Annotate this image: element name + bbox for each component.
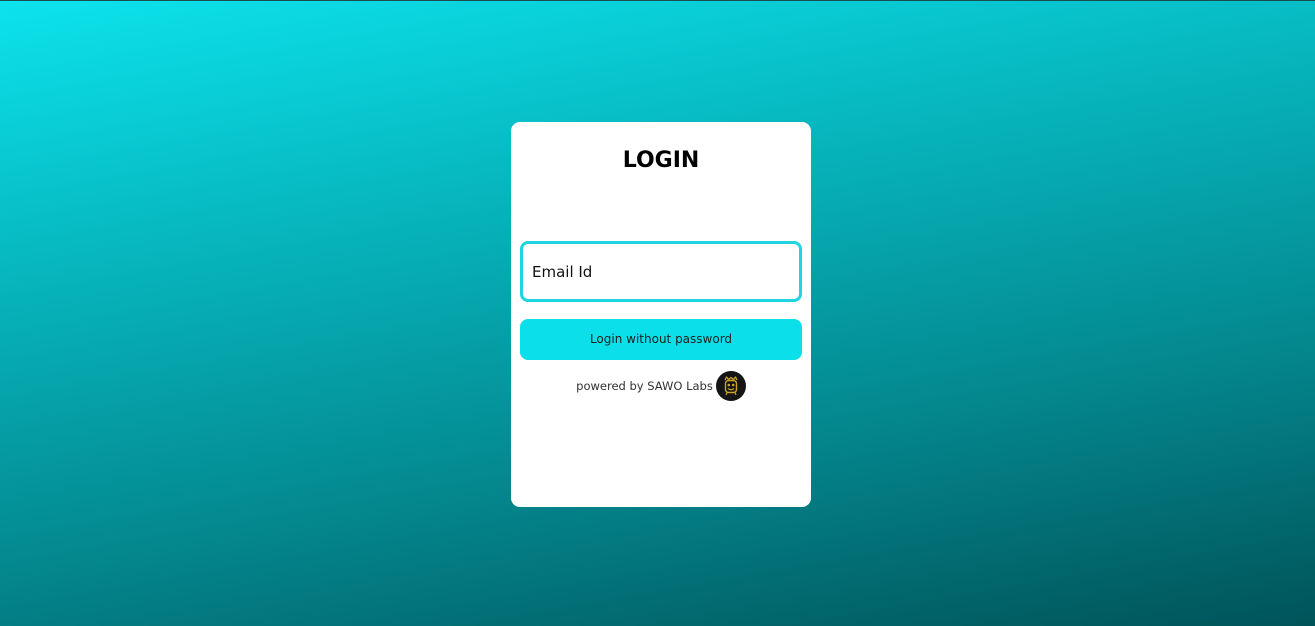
login-card: LOGIN Login without password powered by …	[511, 122, 811, 507]
sawo-labs-logo-icon	[715, 371, 746, 401]
login-without-password-button[interactable]: Login without password	[520, 319, 802, 360]
powered-by-text: powered by SAWO Labs	[576, 379, 713, 393]
page-title: LOGIN	[622, 148, 700, 173]
email-field[interactable]	[520, 241, 802, 302]
powered-by-footer: powered by SAWO Labs	[511, 370, 811, 402]
window-top-border	[0, 0, 1315, 1]
